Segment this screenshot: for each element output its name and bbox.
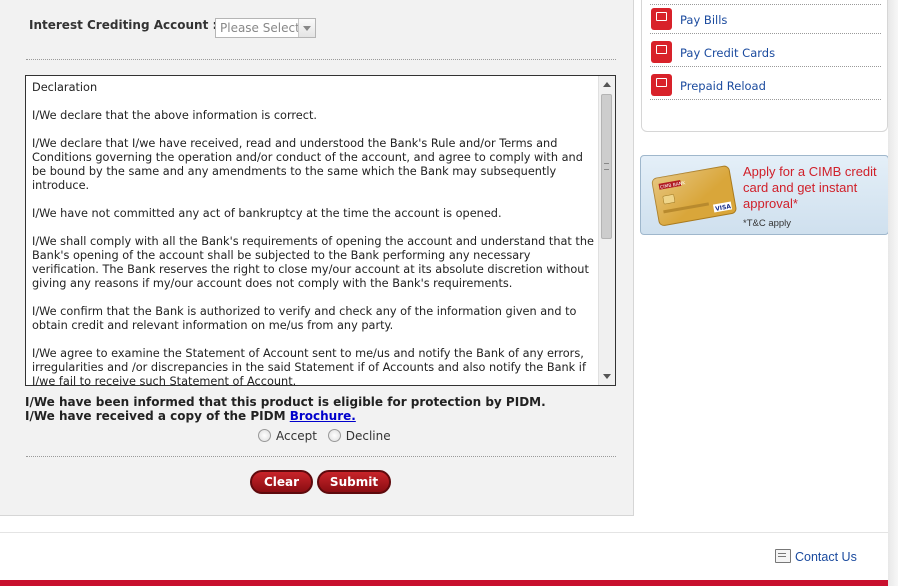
credit-card-promo-banner[interactable]: CIMB BANK VISA Apply for a CIMB credit c… [640,155,889,235]
decline-radio[interactable] [327,429,341,442]
banner-headline: Apply for a CIMB credit card and get ins… [743,164,877,211]
quick-link-prepaid-reload[interactable]: Prepaid Reload [650,71,881,100]
page-edge-shadow [888,0,898,586]
quick-links-panel: Pay Bills Pay Credit Cards Prepaid Reloa… [641,0,888,132]
declaration-paragraph: I/We confirm that the Bank is authorized… [32,305,577,332]
brochure-link[interactable]: Brochure. [290,409,356,423]
footer-accent-bar [0,580,888,586]
declaration-scrollbar[interactable] [598,76,615,385]
contact-us-link[interactable]: Contact Us [775,549,857,564]
declaration-textbox[interactable]: Declaration I/We declare that the above … [25,75,616,386]
select-value: Please Select [220,21,300,35]
quick-link-label[interactable]: Pay Credit Cards [680,46,775,60]
declaration-paragraph: I/We declare that the above information … [32,109,317,122]
divider [26,59,616,60]
application-form-panel: Interest Crediting Account : Please Sele… [0,0,634,516]
declaration-choice: Accept Decline [258,429,398,443]
accept-label[interactable]: Accept [276,429,317,443]
scrollbar-thumb[interactable] [601,94,612,239]
pidm-eligibility-note: I/We have been informed that this produc… [25,395,546,409]
submit-button[interactable]: Submit [317,470,391,494]
declaration-paragraph: I/We shall comply with all the Bank's re… [32,235,594,290]
reload-icon [651,74,672,96]
interest-crediting-select[interactable]: Please Select [215,18,316,38]
banner-terms-note: *T&C apply [743,218,792,229]
bill-icon [651,8,672,30]
footer-divider [0,532,888,533]
scroll-up-arrow-icon[interactable] [603,82,611,87]
pidm-brochure-text: I/We have received a copy of the PIDM [25,409,290,423]
contact-icon [775,549,791,563]
pidm-brochure-note: I/We have received a copy of the PIDM Br… [25,409,356,423]
declaration-paragraph: Declaration [32,81,98,94]
quick-link-pay-bills[interactable]: Pay Bills [650,5,881,34]
declaration-paragraph: I/We agree to examine the Statement of A… [32,347,586,386]
decline-label[interactable]: Decline [346,429,391,443]
accept-radio[interactable] [258,429,271,442]
quick-link-label[interactable]: Pay Bills [680,13,727,27]
scroll-down-arrow-icon[interactable] [603,374,611,379]
declaration-paragraph: I/We have not committed any act of bankr… [32,207,502,220]
divider [26,456,616,457]
quick-link-pay-credit-cards[interactable]: Pay Credit Cards [650,38,881,67]
declaration-paragraph: I/We declare that I/we have received, re… [32,137,583,192]
declaration-text: Declaration I/We declare that the above … [32,81,598,386]
quick-link-label[interactable]: Prepaid Reload [680,79,766,93]
credit-card-icon [651,41,672,63]
clear-button[interactable]: Clear [250,470,313,494]
chevron-down-icon [298,19,315,37]
interest-crediting-label: Interest Crediting Account : [29,18,218,32]
credit-card-image: CIMB BANK VISA [651,165,737,226]
contact-us-label[interactable]: Contact Us [795,550,857,564]
